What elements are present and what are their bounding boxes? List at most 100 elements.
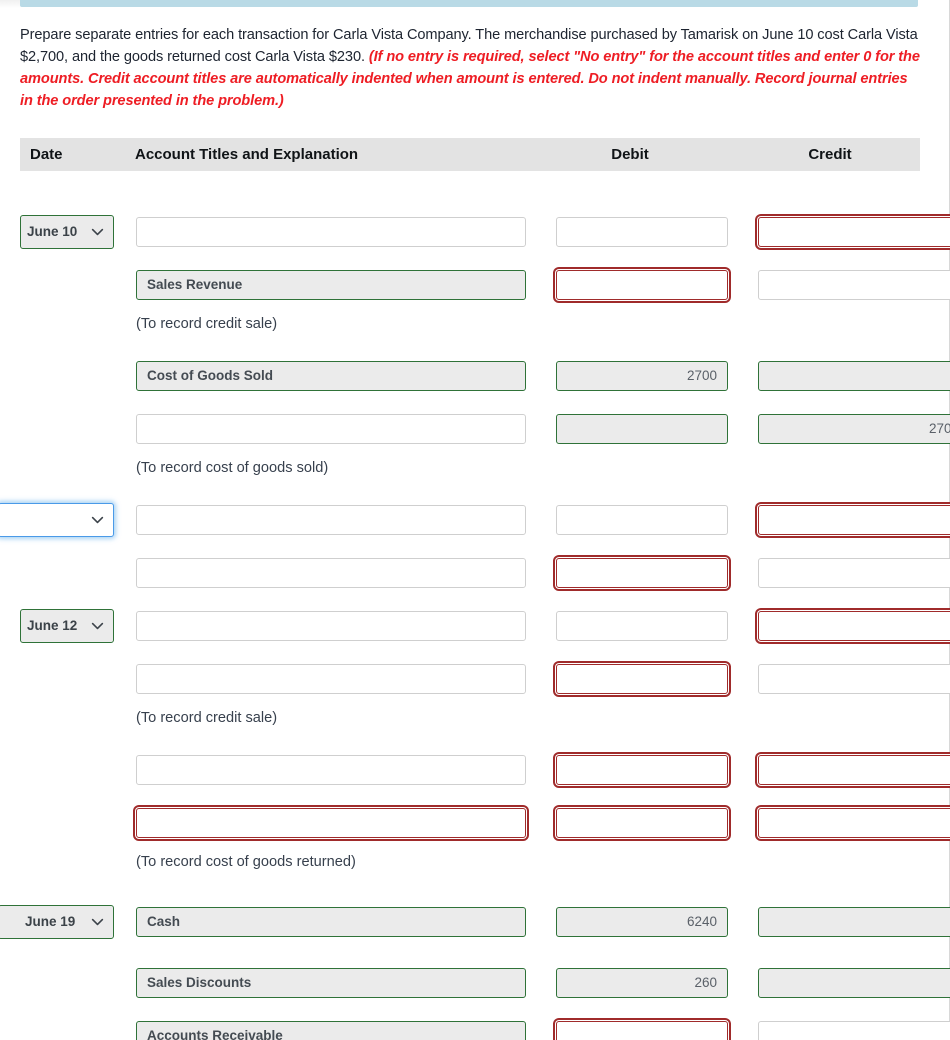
column-header-credit: Credit bbox=[808, 146, 852, 163]
debit-amount-input-value bbox=[557, 756, 727, 784]
credit-amount-input-value bbox=[759, 362, 950, 390]
account-title-input-value bbox=[137, 809, 525, 837]
entry-explanation: (To record credit sale) bbox=[136, 316, 278, 332]
column-header-account: Account Titles and Explanation bbox=[135, 146, 359, 163]
debit-amount-input[interactable] bbox=[556, 217, 728, 247]
entry-explanation: (To record cost of goods sold) bbox=[136, 460, 329, 476]
account-title-input[interactable]: Sales Discounts bbox=[136, 968, 526, 998]
debit-amount-input-value bbox=[557, 271, 727, 299]
date-select-value: June 19 bbox=[25, 914, 76, 929]
debit-amount-input[interactable]: 260 bbox=[556, 968, 728, 998]
credit-amount-input-value bbox=[759, 908, 950, 936]
credit-amount-input-value bbox=[759, 809, 950, 837]
debit-amount-input[interactable] bbox=[556, 808, 728, 838]
debit-amount-input-value bbox=[557, 612, 727, 640]
account-title-input[interactable] bbox=[136, 755, 526, 785]
journal-table: Date Account Titles and Explanation Debi… bbox=[0, 138, 950, 1040]
account-title-input[interactable] bbox=[136, 808, 526, 838]
debit-amount-input[interactable] bbox=[556, 611, 728, 641]
credit-amount-input[interactable] bbox=[758, 270, 950, 300]
account-title-input[interactable]: Cost of Goods Sold bbox=[136, 361, 526, 391]
account-title-input-value bbox=[137, 415, 525, 443]
debit-amount-input[interactable] bbox=[556, 270, 728, 300]
chevron-down-icon bbox=[91, 620, 104, 633]
credit-amount-input[interactable] bbox=[758, 755, 950, 785]
journal-entry-page: Prepare separate entries for each transa… bbox=[0, 0, 950, 1040]
chevron-down-icon bbox=[91, 916, 104, 929]
account-title-input[interactable] bbox=[136, 217, 526, 247]
debit-amount-input[interactable] bbox=[556, 664, 728, 694]
debit-amount-input-value bbox=[557, 506, 727, 534]
credit-amount-input-value bbox=[759, 756, 950, 784]
account-title-input-value: Sales Discounts bbox=[147, 975, 252, 990]
account-title-input-value bbox=[137, 665, 525, 693]
debit-amount-input-value bbox=[557, 665, 727, 693]
credit-amount-input-value bbox=[759, 218, 950, 246]
debit-amount-input-value bbox=[557, 809, 727, 837]
credit-amount-input-value: 2700 bbox=[928, 421, 950, 436]
credit-amount-input[interactable] bbox=[758, 558, 950, 588]
credit-amount-input[interactable] bbox=[758, 968, 950, 998]
debit-amount-input[interactable]: 2700 bbox=[556, 361, 728, 391]
account-title-input[interactable] bbox=[136, 558, 526, 588]
debit-amount-input[interactable] bbox=[556, 414, 728, 444]
account-title-input-value bbox=[137, 612, 525, 640]
credit-amount-input-value bbox=[759, 1022, 950, 1040]
account-title-input-value: Cost of Goods Sold bbox=[147, 368, 273, 383]
debit-amount-input-value bbox=[557, 559, 727, 587]
account-title-input-value bbox=[137, 756, 525, 784]
account-title-input[interactable]: Sales Revenue bbox=[136, 270, 526, 300]
date-select[interactable] bbox=[0, 503, 114, 537]
chevron-down-icon bbox=[91, 514, 104, 527]
debit-amount-input[interactable] bbox=[556, 1021, 728, 1040]
top-bar-shade bbox=[0, 0, 20, 8]
column-header-debit: Debit bbox=[611, 146, 649, 163]
debit-amount-input-value bbox=[557, 218, 727, 246]
account-title-input-value bbox=[137, 218, 525, 246]
date-select-value: June 12 bbox=[27, 618, 78, 633]
instructions-text: Prepare separate entries for each transa… bbox=[20, 24, 920, 112]
credit-amount-input-value bbox=[759, 506, 950, 534]
debit-amount-input[interactable] bbox=[556, 558, 728, 588]
account-title-input[interactable]: Cash bbox=[136, 907, 526, 937]
date-select-value bbox=[0, 504, 25, 536]
debit-amount-input-value: 2700 bbox=[686, 368, 717, 383]
credit-amount-input-value bbox=[759, 665, 950, 693]
credit-amount-input-value bbox=[759, 969, 950, 997]
debit-amount-input[interactable]: 6240 bbox=[556, 907, 728, 937]
date-select[interactable]: June 19 bbox=[0, 905, 114, 939]
account-title-input-value: Sales Revenue bbox=[147, 277, 243, 292]
account-title-input[interactable] bbox=[136, 611, 526, 641]
debit-amount-input-value bbox=[557, 1022, 727, 1040]
credit-amount-input[interactable] bbox=[758, 611, 950, 641]
chevron-down-icon bbox=[91, 226, 104, 239]
credit-amount-input-value bbox=[759, 559, 950, 587]
account-title-input-value bbox=[137, 506, 525, 534]
date-select[interactable]: June 10 bbox=[20, 215, 114, 249]
top-accent-bar bbox=[20, 0, 918, 7]
credit-amount-input[interactable] bbox=[758, 907, 950, 937]
entry-explanation: (To record credit sale) bbox=[136, 710, 278, 726]
debit-amount-input-value: 260 bbox=[694, 975, 717, 990]
debit-amount-input[interactable] bbox=[556, 505, 728, 535]
credit-amount-input[interactable] bbox=[758, 361, 950, 391]
table-header-row: Date Account Titles and Explanation Debi… bbox=[20, 138, 920, 171]
date-select-value: June 10 bbox=[27, 224, 78, 239]
credit-amount-input[interactable] bbox=[758, 505, 950, 535]
account-title-input[interactable] bbox=[136, 664, 526, 694]
account-title-input[interactable]: Accounts Receivable bbox=[136, 1021, 526, 1040]
debit-amount-input[interactable] bbox=[556, 755, 728, 785]
credit-amount-input-value bbox=[759, 612, 950, 640]
account-title-input-value bbox=[137, 559, 525, 587]
debit-amount-input-value bbox=[557, 415, 727, 443]
credit-amount-input[interactable] bbox=[758, 217, 950, 247]
credit-amount-input[interactable] bbox=[758, 1021, 950, 1040]
date-select[interactable]: June 12 bbox=[20, 609, 114, 643]
credit-amount-input[interactable] bbox=[758, 808, 950, 838]
column-header-date: Date bbox=[30, 146, 63, 163]
debit-amount-input-value: 6240 bbox=[686, 914, 717, 929]
account-title-input[interactable] bbox=[136, 414, 526, 444]
credit-amount-input[interactable] bbox=[758, 664, 950, 694]
credit-amount-input[interactable]: 2700 bbox=[758, 414, 950, 444]
account-title-input[interactable] bbox=[136, 505, 526, 535]
